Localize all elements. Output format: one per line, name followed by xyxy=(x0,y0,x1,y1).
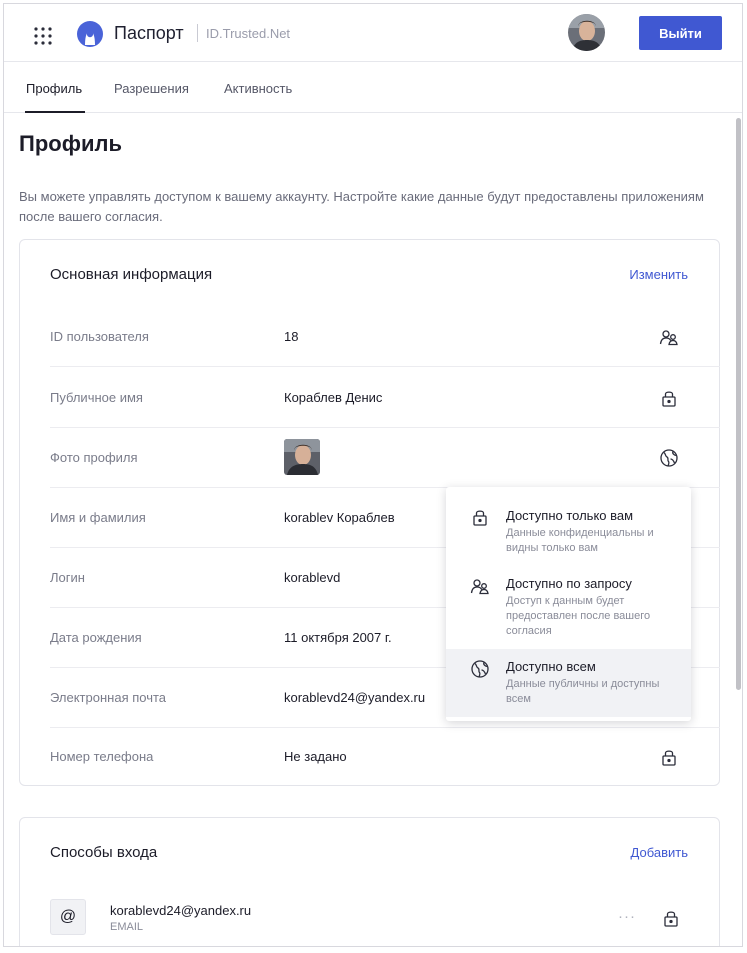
tab-activity[interactable]: Активность xyxy=(224,81,292,96)
email-at-icon: @ xyxy=(50,899,86,935)
access-level-menu: Доступно только вам Данные конфиденциаль… xyxy=(446,487,691,721)
row-label: Фото профиля xyxy=(50,450,138,465)
globe-icon[interactable] xyxy=(659,448,679,468)
brand-name: Паспорт xyxy=(114,23,184,43)
row-value: 18 xyxy=(284,329,299,344)
info-row-phone: Номер телефона Не задано xyxy=(50,727,720,787)
option-description: Данные публичны и доступны всем xyxy=(506,678,660,705)
login-methods-title: Способы входа xyxy=(50,844,158,861)
access-option-on-request[interactable]: Доступно по запросу Доступ к данным буде… xyxy=(446,557,691,647)
brand-domain: ID.Trusted.Net xyxy=(206,26,291,41)
access-option-public[interactable]: Доступно всем Данные публичны и доступны… xyxy=(446,649,691,717)
row-label: Логин xyxy=(50,570,85,585)
option-title: Доступно всем xyxy=(506,659,596,674)
tab-profile[interactable]: Профиль xyxy=(26,81,82,96)
globe-icon xyxy=(471,660,489,678)
row-value: 11 октября 2007 г. xyxy=(284,630,392,645)
page-description: Вы можете управлять доступом к вашему ак… xyxy=(19,189,704,224)
app-window: Паспорт ID.Trusted.Net Выйти Профиль Раз… xyxy=(3,3,743,947)
row-value: Не задано xyxy=(284,749,347,764)
row-value: korablev Кораблев xyxy=(284,510,395,525)
row-label: Публичное имя xyxy=(50,390,143,405)
profile-photo xyxy=(284,439,320,475)
top-header: Паспорт ID.Trusted.Net Выйти xyxy=(4,4,742,62)
login-methods-card: Способы входа Добавить @ korablevd24@yan… xyxy=(19,817,720,946)
option-description: Данные конфиденциальны и видны только ва… xyxy=(506,527,654,554)
info-row-user-id: ID пользователя 18 xyxy=(50,307,720,367)
option-title: Доступно по запросу xyxy=(506,576,632,591)
tab-permissions[interactable]: Разрешения xyxy=(114,81,189,96)
row-label: Номер телефона xyxy=(50,749,154,764)
users-icon xyxy=(470,579,489,595)
row-value: korablevd xyxy=(284,570,341,585)
info-row-public-name: Публичное имя Кораблев Денис xyxy=(50,368,720,428)
login-method-type: EMAIL xyxy=(110,921,144,933)
brand-divider xyxy=(197,24,198,42)
row-label: Имя и фамилия xyxy=(50,510,146,525)
row-label: Электронная почта xyxy=(50,690,167,705)
edit-link[interactable]: Изменить xyxy=(629,267,688,282)
logout-button[interactable]: Выйти xyxy=(639,16,722,50)
lock-icon[interactable] xyxy=(659,747,679,767)
option-title: Доступно только вам xyxy=(506,508,634,523)
active-tab-indicator xyxy=(25,111,85,113)
lock-icon[interactable] xyxy=(659,388,679,408)
lock-icon xyxy=(473,510,487,526)
profile-tabs: Профиль Разрешения Активность xyxy=(4,63,742,113)
access-option-private[interactable]: Доступно только вам Данные конфиденциаль… xyxy=(446,487,691,557)
row-value: korablevd24@yandex.ru xyxy=(284,690,426,705)
row-value: Кораблев Денис xyxy=(284,390,383,405)
add-method-link[interactable]: Добавить xyxy=(631,845,688,860)
option-description: Доступ к данным будет предоставлен после… xyxy=(506,595,651,637)
apps-grid-icon[interactable] xyxy=(33,26,53,46)
more-options-icon[interactable]: ··· xyxy=(618,908,636,925)
user-avatar[interactable] xyxy=(568,14,605,51)
info-row-photo: Фото профиля xyxy=(50,428,720,488)
row-label: Дата рождения xyxy=(50,630,142,645)
row-label: ID пользователя xyxy=(50,329,149,344)
page-title: Профиль xyxy=(19,131,122,156)
passport-logo xyxy=(77,21,103,47)
scrollbar-thumb[interactable] xyxy=(736,118,741,690)
users-icon[interactable] xyxy=(659,327,679,347)
login-method-value: korablevd24@yandex.ru xyxy=(110,903,252,918)
lock-icon[interactable] xyxy=(661,908,681,928)
basic-info-title: Основная информация xyxy=(50,266,213,283)
